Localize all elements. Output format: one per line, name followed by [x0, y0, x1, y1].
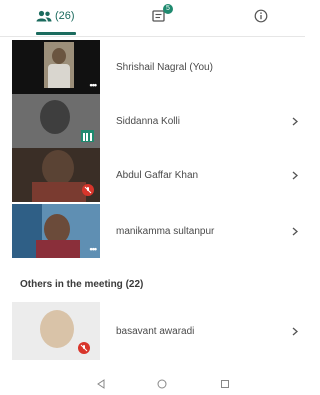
tab-info[interactable]: [254, 4, 268, 28]
participant-video-tile: •••: [12, 40, 100, 94]
home-circle-icon[interactable]: [157, 376, 167, 394]
avatar: [40, 310, 74, 348]
participant-name: Shrishail Nagral (You): [116, 61, 213, 73]
tab-chat[interactable]: 5: [152, 4, 173, 28]
participant-row[interactable]: ••• Shrishail Nagral (You): [0, 40, 305, 94]
participant-video-tile: •••: [12, 204, 100, 258]
speaking-icon: [81, 130, 94, 142]
participant-name: basavant awaradi: [116, 325, 195, 337]
tab-people-count: (26): [55, 10, 75, 22]
recents-square-icon[interactable]: [220, 376, 230, 394]
people-icon: [36, 10, 52, 22]
chevron-right-icon[interactable]: [292, 148, 298, 202]
participant-row[interactable]: Siddanna Kolli: [0, 94, 305, 148]
active-tab-indicator: [36, 32, 76, 35]
more-dots-icon[interactable]: •••: [90, 244, 98, 254]
more-dots-icon[interactable]: •••: [90, 80, 98, 90]
participant-avatar-tile: [12, 302, 100, 360]
info-icon: [254, 9, 268, 23]
tab-people[interactable]: (26): [36, 4, 75, 28]
system-nav-bar: [0, 372, 305, 394]
mic-off-icon: [78, 342, 90, 354]
chevron-right-icon[interactable]: [292, 302, 298, 360]
tab-bar: (26) 5: [0, 0, 305, 37]
participant-name: Abdul Gaffar Khan: [116, 169, 199, 181]
participant-row[interactable]: ••• manikamma sultanpur: [0, 204, 305, 258]
participant-row[interactable]: basavant awaradi: [0, 302, 305, 360]
chevron-right-icon[interactable]: [292, 94, 298, 148]
chat-unread-badge: 5: [163, 4, 173, 14]
participant-row[interactable]: Abdul Gaffar Khan: [0, 148, 305, 202]
participant-video-tile: [12, 94, 100, 148]
participant-name: manikamma sultanpur: [116, 225, 215, 237]
chevron-right-icon[interactable]: [292, 204, 298, 258]
participant-name: Siddanna Kolli: [116, 115, 180, 127]
participant-video-tile: [12, 148, 100, 202]
mic-off-icon: [82, 184, 94, 196]
back-triangle-icon[interactable]: [96, 376, 106, 394]
others-section-title: Others in the meeting (22): [20, 279, 144, 290]
